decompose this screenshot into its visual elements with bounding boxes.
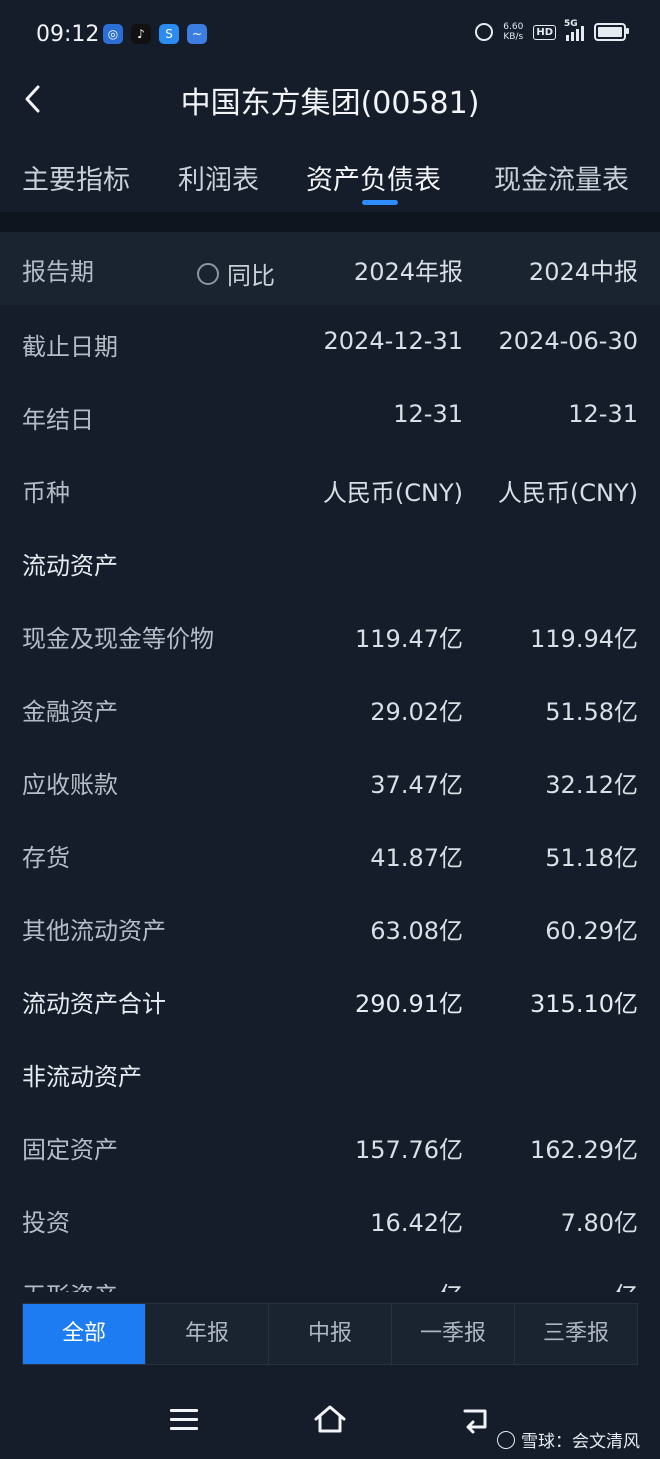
- section-label: 非流动资产: [22, 1063, 142, 1091]
- tiktok-icon: ♪: [131, 24, 151, 44]
- tab-cash-flow[interactable]: 现金流量表: [494, 158, 629, 197]
- row-label: 固定资产: [22, 1136, 118, 1164]
- table-row: 应收账款 37.47亿 32.12亿: [0, 745, 660, 818]
- row-value-1: 290.91亿: [355, 990, 463, 1018]
- status-bar: 09:12 ◎ ♪ S ~ 6.60 KB/s HD 5G: [0, 0, 660, 70]
- column-header-interim: 2024中报: [528, 258, 638, 286]
- home-icon[interactable]: [312, 1403, 348, 1435]
- table-row: 现金及现金等价物 119.47亿 119.94亿: [0, 599, 660, 672]
- row-value-1: 亿: [439, 1276, 463, 1292]
- row-value-1: 41.87亿: [370, 844, 463, 872]
- tab-income-statement[interactable]: 利润表: [178, 158, 259, 197]
- filter-q3-button[interactable]: 三季报: [515, 1304, 637, 1364]
- yoy-toggle[interactable]: 同比: [197, 256, 275, 291]
- top-bar: 中国东方集团(00581): [0, 70, 660, 130]
- signal-icon: 5G: [564, 19, 584, 41]
- row-value-2: 2024-06-30: [498, 327, 638, 355]
- menu-icon[interactable]: [170, 1409, 198, 1431]
- row-value-1: 人民币(CNY): [322, 479, 463, 507]
- xueqiu-logo-icon: [497, 1430, 515, 1449]
- balance-sheet-table[interactable]: 报告期 同比 2024年报 2024中报 截止日期 2024-12-31 202…: [0, 232, 660, 1292]
- row-value-1: 2024-12-31: [323, 327, 463, 355]
- row-label: 币种: [22, 479, 70, 507]
- row-label: 金融资产: [22, 698, 118, 726]
- system-indicators: 6.60 KB/s HD 5G: [475, 19, 629, 42]
- row-value-1: 119.47亿: [355, 625, 463, 653]
- table-row: 其他流动资产 63.08亿 60.29亿: [0, 891, 660, 964]
- app-chart-icon: ~: [187, 24, 207, 44]
- table-row: 币种 人民币(CNY) 人民币(CNY): [0, 453, 660, 526]
- watermark-text: 雪球：会文清风: [521, 1432, 640, 1452]
- filter-interim-button[interactable]: 中报: [269, 1304, 392, 1364]
- table-row: 截止日期 2024-12-31 2024-06-30: [0, 307, 660, 380]
- system-nav-bar: 雪球：会文清风: [0, 1385, 660, 1459]
- table-header-row: 报告期 同比 2024年报 2024中报: [0, 232, 660, 305]
- tab-key-indicators[interactable]: 主要指标: [22, 158, 130, 197]
- period-label: 报告期: [22, 258, 94, 286]
- table-row: 年结日 12-31 12-31: [0, 380, 660, 453]
- battery-icon: [594, 23, 629, 41]
- row-value-2: 315.10亿: [530, 990, 638, 1018]
- row-value-1: 157.76亿: [355, 1136, 463, 1164]
- filter-all-button[interactable]: 全部: [23, 1304, 146, 1364]
- table-row: 存货 41.87亿 51.18亿: [0, 818, 660, 891]
- row-value-1: 37.47亿: [370, 771, 463, 799]
- alarm-icon: [475, 23, 494, 41]
- table-row: 无形资产 亿 亿: [0, 1256, 660, 1292]
- app-notification-icon: ◎: [103, 24, 123, 44]
- radio-icon[interactable]: [197, 262, 219, 285]
- filter-annual-button[interactable]: 年报: [146, 1304, 269, 1364]
- row-label: 年结日: [22, 406, 94, 434]
- table-row: 投资 16.42亿 7.80亿: [0, 1183, 660, 1256]
- filter-q1-button[interactable]: 一季报: [392, 1304, 515, 1364]
- watermark: 雪球：会文清风: [497, 1427, 640, 1452]
- row-label: 流动资产合计: [22, 990, 166, 1018]
- row-label: 应收账款: [22, 771, 118, 799]
- section-header-row: 非流动资产: [0, 1037, 660, 1110]
- row-label: 现金及现金等价物: [22, 625, 214, 653]
- statement-tabs: 主要指标 利润表 资产负债表 现金流量表: [0, 150, 660, 210]
- hd-icon: HD: [533, 24, 556, 40]
- row-value-2: 119.94亿: [530, 625, 638, 653]
- table-row: 固定资产 157.76亿 162.29亿: [0, 1110, 660, 1183]
- row-value-2: 7.80亿: [560, 1209, 638, 1237]
- row-value-2: 亿: [614, 1276, 638, 1292]
- notification-icons: ◎ ♪ S ~: [103, 24, 207, 44]
- row-label: 存货: [22, 844, 70, 872]
- row-label: 其他流动资产: [22, 917, 166, 945]
- column-header-annual: 2024年报: [353, 258, 463, 286]
- row-label: 投资: [22, 1209, 70, 1237]
- row-label: 无形资产: [22, 1276, 118, 1292]
- section-label: 流动资产: [22, 552, 118, 580]
- back-nav-icon[interactable]: [461, 1405, 493, 1435]
- divider: [0, 212, 660, 232]
- row-value-2: 51.58亿: [545, 698, 638, 726]
- table-row: 金融资产 29.02亿 51.58亿: [0, 672, 660, 745]
- app-s-icon: S: [159, 24, 179, 44]
- row-label: 截止日期: [22, 333, 118, 361]
- tab-balance-sheet[interactable]: 资产负债表: [306, 158, 441, 197]
- row-value-1: 16.42亿: [370, 1209, 463, 1237]
- net-speed: 6.60 KB/s: [503, 22, 524, 42]
- row-value-1: 29.02亿: [370, 698, 463, 726]
- report-period-filter: 全部 年报 中报 一季报 三季报: [22, 1303, 638, 1365]
- yoy-label: 同比: [227, 262, 275, 290]
- row-value-1: 63.08亿: [370, 917, 463, 945]
- page-title: 中国东方集团(00581): [180, 86, 480, 121]
- status-time: 09:12: [36, 22, 100, 47]
- row-value-2: 162.29亿: [530, 1136, 638, 1164]
- row-value-2: 51.18亿: [545, 844, 638, 872]
- subtotal-row: 流动资产合计 290.91亿 315.10亿: [0, 964, 660, 1037]
- active-tab-indicator: [362, 200, 398, 205]
- row-value-2: 人民币(CNY): [497, 479, 638, 507]
- row-value-1: 12-31: [393, 400, 463, 428]
- row-value-2: 60.29亿: [545, 917, 638, 945]
- row-value-2: 32.12亿: [545, 771, 638, 799]
- section-header-row: 流动资产: [0, 526, 660, 599]
- row-value-2: 12-31: [568, 400, 638, 428]
